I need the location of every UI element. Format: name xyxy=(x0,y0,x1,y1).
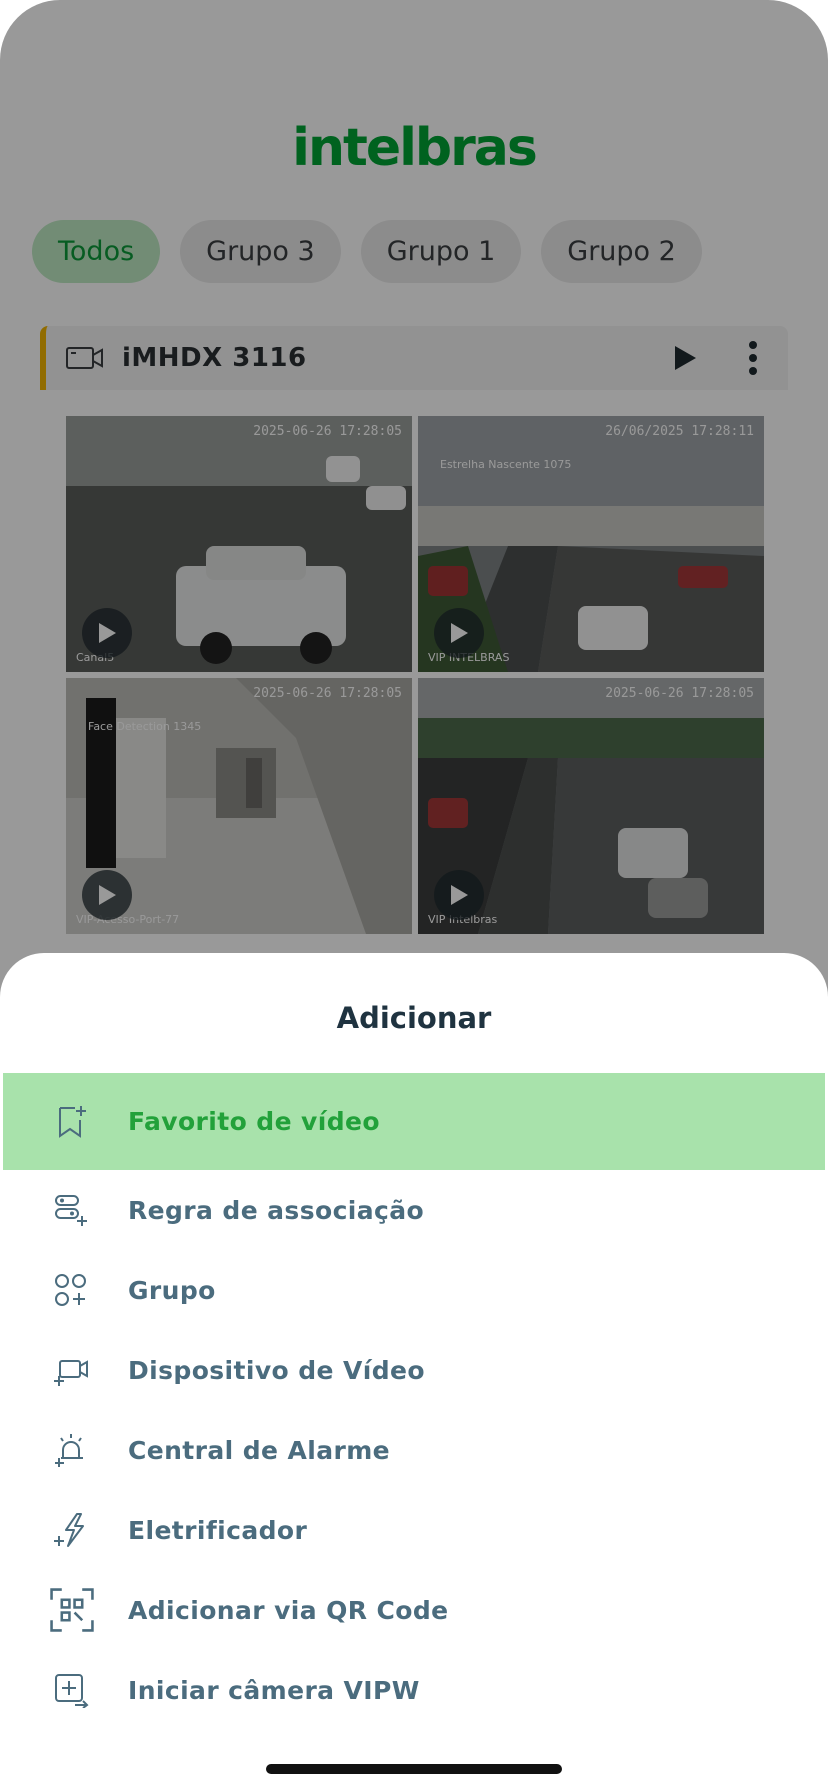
menu-item-label: Iniciar câmera VIPW xyxy=(128,1675,420,1705)
menu-item-central-de-alarme[interactable]: Central de Alarme xyxy=(3,1410,825,1490)
qr-code-icon xyxy=(50,1588,94,1632)
sheet-title: Adicionar xyxy=(336,1001,492,1035)
bookmark-add-icon xyxy=(59,1105,86,1138)
menu-item-regra-de-associacao[interactable]: Regra de associação xyxy=(3,1170,825,1250)
menu-item-label: Dispositivo de Vídeo xyxy=(128,1355,425,1385)
menu-item-label: Regra de associação xyxy=(128,1195,425,1225)
add-bottom-sheet: Adicionar Favorito de vídeo Regra de ass… xyxy=(0,953,828,1792)
menu-item-label: Eletrificador xyxy=(128,1515,308,1545)
menu-item-iniciar-camera-vipw[interactable]: Iniciar câmera VIPW xyxy=(3,1650,825,1730)
menu-item-favorito-de-video[interactable]: Favorito de vídeo xyxy=(3,1073,825,1170)
electrifier-add-icon xyxy=(54,1513,84,1547)
menu-item-grupo[interactable]: Grupo xyxy=(3,1250,825,1330)
home-indicator xyxy=(266,1764,562,1774)
menu-item-adicionar-via-qr-code[interactable]: Adicionar via QR Code xyxy=(3,1570,825,1650)
menu-item-eletrificador[interactable]: Eletrificador xyxy=(3,1490,825,1570)
menu-item-label: Central de Alarme xyxy=(128,1435,391,1465)
menu-item-label: Favorito de vídeo xyxy=(128,1107,380,1136)
association-rule-icon xyxy=(55,1195,87,1226)
menu-item-dispositivo-de-video[interactable]: Dispositivo de Vídeo xyxy=(3,1330,825,1410)
menu-item-label: Adicionar via QR Code xyxy=(128,1595,449,1625)
add-menu: Favorito de vídeo Regra de associação Gr… xyxy=(3,1073,825,1730)
menu-item-label: Grupo xyxy=(128,1275,216,1305)
group-add-icon xyxy=(55,1274,86,1306)
alarm-add-icon xyxy=(55,1434,83,1467)
camera-start-icon xyxy=(55,1674,89,1708)
video-device-add-icon xyxy=(54,1360,88,1386)
